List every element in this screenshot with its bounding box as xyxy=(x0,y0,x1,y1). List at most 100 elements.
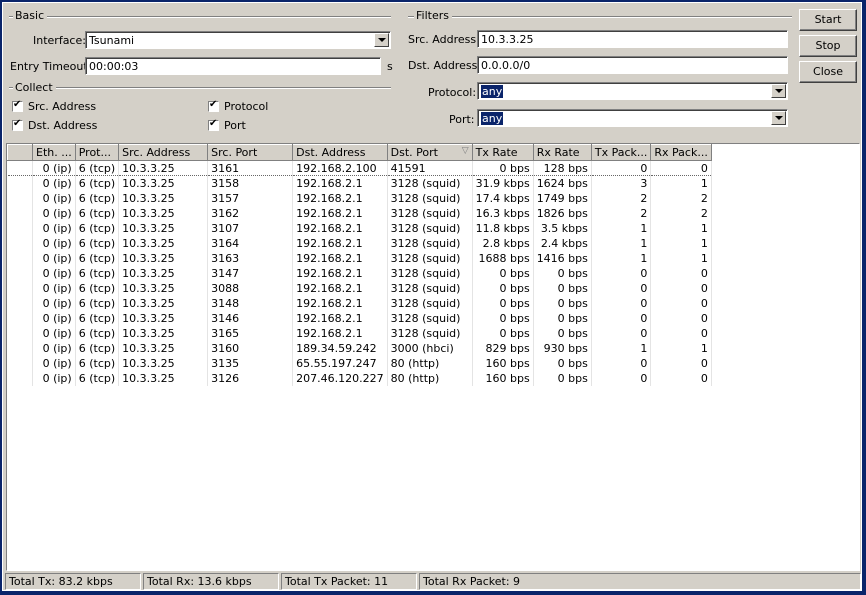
entry-timeout-input[interactable]: 00:00:03 xyxy=(85,57,381,75)
cell-tx-rate: 829 bps xyxy=(472,340,534,356)
cell-src-port: 3161 xyxy=(207,160,294,176)
column-header-tx-rate[interactable]: Tx Rate xyxy=(471,144,534,161)
cell-eth: 0 (ip) xyxy=(32,340,76,356)
basic-group-title: Basic xyxy=(13,9,48,22)
table-row[interactable]: 0 (ip) 6 (tcp) 10.3.3.25 3157 192.168.2.1 312… xyxy=(7,190,712,206)
table-row[interactable]: 0 (ip) 6 (tcp) 10.3.3.25 3135 65.55.197.247 8… xyxy=(7,355,712,371)
cell-tx-packets: 3 xyxy=(591,175,652,191)
cell-tx-rate: 0 bps xyxy=(472,265,534,281)
column-header-dst-port[interactable]: Dst. Port ▽ xyxy=(386,144,473,161)
cell-rx-rate: 1624 bps xyxy=(533,175,592,191)
cell-protocol: 6 (tcp) xyxy=(75,175,120,191)
table-row[interactable]: 0 (ip) 6 (tcp) 10.3.3.25 3164 192.168.2.1 312… xyxy=(7,235,712,251)
table-row[interactable]: 0 (ip) 6 (tcp) 10.3.3.25 3147 192.168.2.1 312… xyxy=(7,265,712,281)
collect-port-label: Port xyxy=(224,119,246,132)
column-header-tx-packets[interactable]: Tx Pack... xyxy=(590,144,652,161)
cell-eth: 0 (ip) xyxy=(32,160,76,176)
cell-src-port: 3088 xyxy=(207,280,294,296)
row-marker xyxy=(7,190,33,206)
cell-rx-rate: 128 bps xyxy=(533,160,592,176)
interface-select[interactable]: Tsunami xyxy=(85,31,391,49)
cell-src-address: 10.3.3.25 xyxy=(118,265,209,281)
cell-tx-rate: 16.3 kbps xyxy=(472,205,534,221)
table-row[interactable]: 0 (ip) 6 (tcp) 10.3.3.25 3107 192.168.2.1 312… xyxy=(7,220,712,236)
row-marker xyxy=(7,325,33,341)
collect-protocol-checkbox[interactable] xyxy=(208,99,219,112)
table-row[interactable]: 0 (ip) 6 (tcp) 10.3.3.25 3158 192.168.2.1 312… xyxy=(7,175,712,191)
cell-src-address: 10.3.3.25 xyxy=(118,235,209,251)
cell-src-address: 10.3.3.25 xyxy=(118,280,209,296)
protocol-dropdown-icon[interactable] xyxy=(771,84,786,98)
cell-rx-rate: 1416 bps xyxy=(533,250,592,266)
dst-port-header-label: Dst. Port xyxy=(390,146,438,159)
column-header-src-port[interactable]: Src. Port xyxy=(207,144,294,161)
cell-eth: 0 (ip) xyxy=(32,205,76,221)
cell-dst-address: 192.168.2.1 xyxy=(292,325,388,341)
table-row[interactable]: 0 (ip) 6 (tcp) 10.3.3.25 3160 189.34.59.242 3… xyxy=(7,340,712,356)
column-header-rx-packets[interactable]: Rx Pack... xyxy=(650,144,712,161)
cell-rx-rate: 0 bps xyxy=(533,295,592,311)
cell-dst-address: 192.168.2.100 xyxy=(292,160,388,176)
stop-button[interactable]: Stop xyxy=(799,35,857,57)
connections-table: Eth. ... Prot... Src. Address Src. Port … xyxy=(6,143,860,571)
filter-protocol-select[interactable]: any xyxy=(477,82,788,100)
cell-tx-packets: 1 xyxy=(591,250,652,266)
cell-src-address: 10.3.3.25 xyxy=(118,355,209,371)
row-marker xyxy=(7,355,33,371)
table-row[interactable]: 0 (ip) 6 (tcp) 10.3.3.25 3161 192.168.2.100 4… xyxy=(7,160,712,176)
row-marker xyxy=(7,340,33,356)
cell-dst-address: 65.55.197.247 xyxy=(292,355,388,371)
cell-eth: 0 (ip) xyxy=(32,250,76,266)
cell-eth: 0 (ip) xyxy=(32,280,76,296)
column-header-eth[interactable]: Eth. ... xyxy=(32,144,76,161)
cell-eth: 0 (ip) xyxy=(32,355,76,371)
collect-dst-address-checkbox[interactable] xyxy=(12,118,23,131)
cell-dst-address: 192.168.2.1 xyxy=(292,295,388,311)
table-row[interactable]: 0 (ip) 6 (tcp) 10.3.3.25 3163 192.168.2.1 312… xyxy=(7,250,712,266)
status-total-rx: Total Rx: 13.6 kbps xyxy=(143,573,279,590)
table-row[interactable]: 0 (ip) 6 (tcp) 10.3.3.25 3165 192.168.2.1 312… xyxy=(7,325,712,341)
start-button[interactable]: Start xyxy=(799,9,857,31)
close-button[interactable]: Close xyxy=(799,61,857,83)
cell-protocol: 6 (tcp) xyxy=(75,310,120,326)
cell-tx-packets: 0 xyxy=(591,310,652,326)
cell-protocol: 6 (tcp) xyxy=(75,370,120,386)
cell-src-port: 3158 xyxy=(207,175,294,191)
cell-protocol: 6 (tcp) xyxy=(75,325,120,341)
cell-dst-port: 3128 (squid) xyxy=(387,310,473,326)
filter-src-address-input[interactable]: 10.3.3.25 xyxy=(477,30,788,48)
collect-port-checkbox[interactable] xyxy=(208,118,219,131)
filter-dst-address-input[interactable]: 0.0.0.0/0 xyxy=(477,56,788,74)
cell-tx-rate: 17.4 kbps xyxy=(472,190,534,206)
column-header-protocol[interactable]: Prot... xyxy=(74,144,120,161)
table-row[interactable]: 0 (ip) 6 (tcp) 10.3.3.25 3146 192.168.2.1 312… xyxy=(7,310,712,326)
table-row[interactable]: 0 (ip) 6 (tcp) 10.3.3.25 3148 192.168.2.1 312… xyxy=(7,295,712,311)
table-row[interactable]: 0 (ip) 6 (tcp) 10.3.3.25 3162 192.168.2.1 312… xyxy=(7,205,712,221)
cell-src-address: 10.3.3.25 xyxy=(118,310,209,326)
cell-src-address: 10.3.3.25 xyxy=(118,205,209,221)
column-header-marker[interactable] xyxy=(7,144,33,161)
cell-rx-packets: 0 xyxy=(650,325,712,341)
filter-dst-address-label: Dst. Address: xyxy=(408,59,482,72)
column-header-src-address[interactable]: Src. Address xyxy=(118,144,209,161)
column-header-dst-address[interactable]: Dst. Address xyxy=(292,144,388,161)
collect-src-address-checkbox[interactable] xyxy=(12,99,23,112)
filter-port-select[interactable]: any xyxy=(477,109,788,127)
table-row[interactable]: 0 (ip) 6 (tcp) 10.3.3.25 3088 192.168.2.1 312… xyxy=(7,280,712,296)
cell-protocol: 6 (tcp) xyxy=(75,205,120,221)
table-row[interactable]: 0 (ip) 6 (tcp) 10.3.3.25 3126 207.46.120.227… xyxy=(7,370,712,386)
cell-dst-port: 3128 (squid) xyxy=(387,175,473,191)
cell-dst-address: 192.168.2.1 xyxy=(292,250,388,266)
column-header-rx-rate[interactable]: Rx Rate xyxy=(532,144,592,161)
port-dropdown-icon[interactable] xyxy=(771,111,786,125)
cell-src-address: 10.3.3.25 xyxy=(118,295,209,311)
cell-dst-address: 207.46.120.227 xyxy=(292,370,388,386)
row-marker xyxy=(7,295,33,311)
interface-dropdown-icon[interactable] xyxy=(374,33,389,47)
cell-rx-rate: 0 bps xyxy=(533,310,592,326)
cell-rx-rate: 1749 bps xyxy=(533,190,592,206)
cell-dst-port: 80 (http) xyxy=(387,370,473,386)
cell-dst-port: 3128 (squid) xyxy=(387,280,473,296)
cell-rx-rate: 0 bps xyxy=(533,355,592,371)
cell-rx-packets: 0 xyxy=(650,160,712,176)
